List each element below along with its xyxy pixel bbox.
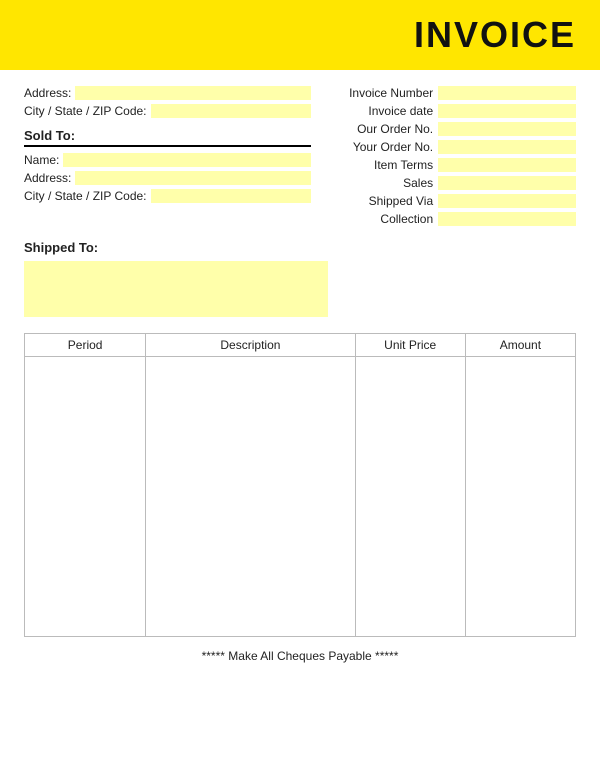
right-field-row: Invoice Number [333, 86, 576, 100]
sold-address-label: Address: [24, 171, 71, 185]
right-field-input-6[interactable] [438, 194, 576, 208]
shipped-to-box[interactable] [24, 261, 328, 317]
right-field-row: Shipped Via [333, 194, 576, 208]
footer: ***** Make All Cheques Payable ***** [24, 649, 576, 673]
invoice-table: Period Description Unit Price Amount [24, 333, 576, 637]
table-header-row: Period Description Unit Price Amount [25, 334, 576, 357]
sold-city-label: City / State / ZIP Code: [24, 189, 147, 203]
sold-to-section: Sold To: Name: Address: City / State / Z… [24, 128, 311, 203]
right-field-row: Sales [333, 176, 576, 190]
right-field-label-7: Collection [333, 212, 433, 226]
sold-to-label: Sold To: [24, 128, 311, 147]
right-invoice-fields: Invoice Number Invoice date Our Order No. Y… [333, 86, 576, 230]
right-field-input-0[interactable] [438, 86, 576, 100]
right-field-row: Invoice date [333, 104, 576, 118]
table-row [25, 357, 576, 637]
address-input[interactable] [75, 86, 311, 100]
invoice-title: INVOICE [0, 14, 576, 56]
right-field-row: Collection [333, 212, 576, 226]
right-field-row: Our Order No. [333, 122, 576, 136]
right-field-label-6: Shipped Via [333, 194, 433, 208]
amount-cell[interactable] [465, 357, 575, 637]
right-field-input-1[interactable] [438, 104, 576, 118]
name-label: Name: [24, 153, 59, 167]
address-label: Address: [24, 86, 71, 100]
right-field-input-7[interactable] [438, 212, 576, 226]
right-field-row: Your Order No. [333, 140, 576, 154]
period-cell[interactable] [25, 357, 146, 637]
description-cell[interactable] [146, 357, 355, 637]
right-field-input-3[interactable] [438, 140, 576, 154]
sold-city-input[interactable] [151, 189, 312, 203]
invoice-table-section: Period Description Unit Price Amount [24, 333, 576, 637]
right-field-input-2[interactable] [438, 122, 576, 136]
right-field-label-0: Invoice Number [333, 86, 433, 100]
sold-address-input[interactable] [75, 171, 311, 185]
col-amount: Amount [465, 334, 575, 357]
unit-price-cell[interactable] [355, 357, 465, 637]
right-field-label-5: Sales [333, 176, 433, 190]
left-address-section: Address: City / State / ZIP Code: Sold T… [24, 86, 311, 230]
right-field-input-4[interactable] [438, 158, 576, 172]
right-field-label-3: Your Order No. [333, 140, 433, 154]
col-description: Description [146, 334, 355, 357]
shipped-to-label: Shipped To: [24, 240, 576, 255]
right-field-input-5[interactable] [438, 176, 576, 190]
name-input[interactable] [63, 153, 311, 167]
right-field-row: Item Terms [333, 158, 576, 172]
right-field-label-2: Our Order No. [333, 122, 433, 136]
footer-text: ***** Make All Cheques Payable ***** [202, 649, 399, 663]
col-period: Period [25, 334, 146, 357]
right-field-label-1: Invoice date [333, 104, 433, 118]
city-label: City / State / ZIP Code: [24, 104, 147, 118]
shipped-to-section: Shipped To: [24, 240, 576, 317]
header: INVOICE [0, 0, 600, 70]
city-input[interactable] [151, 104, 312, 118]
col-unit-price: Unit Price [355, 334, 465, 357]
right-field-label-4: Item Terms [333, 158, 433, 172]
